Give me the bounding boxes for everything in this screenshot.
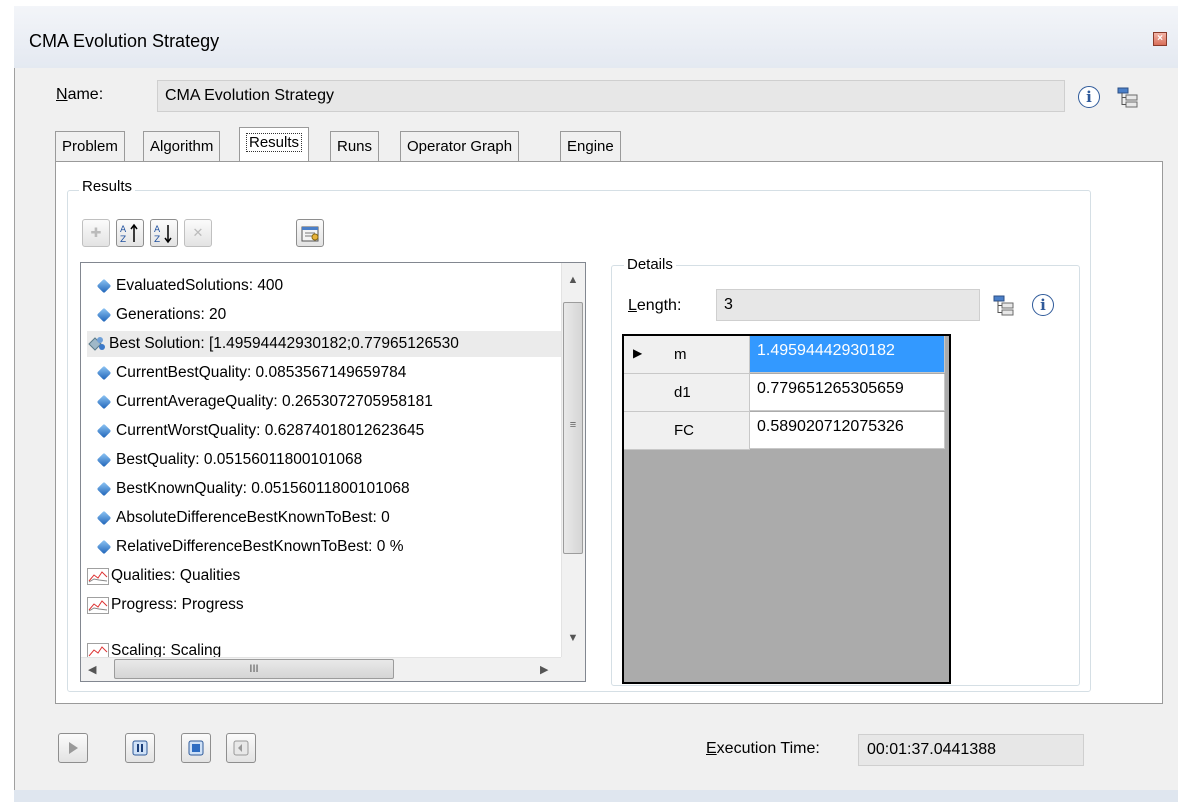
name-label-rest: ame: xyxy=(67,86,104,103)
hierarchy-icon[interactable] xyxy=(993,294,1014,316)
length-label: Length: xyxy=(628,297,682,314)
grid-cell-fc[interactable]: 0.589020712075326 xyxy=(750,412,945,449)
list-item-evaluated-solutions[interactable]: EvaluatedSolutions: 400 xyxy=(95,273,283,299)
value-icon xyxy=(96,452,112,468)
tab-results[interactable]: Results xyxy=(239,127,310,162)
grid-row-m[interactable]: ▶ m 1.49594442930182 xyxy=(624,336,949,374)
stop-button[interactable] xyxy=(181,733,211,763)
tab-problem[interactable]: Problem xyxy=(55,131,125,161)
tab-engine[interactable]: Engine xyxy=(560,131,621,161)
svg-text:Z: Z xyxy=(120,235,126,244)
execution-time-label-rest: xecution Time: xyxy=(716,740,820,757)
details-grid[interactable]: ▶ m 1.49594442930182 d1 0.77965126530565… xyxy=(622,334,951,684)
row-header[interactable]: ▶ m xyxy=(624,336,750,374)
chart-icon xyxy=(87,567,109,585)
grid-row-d1[interactable]: d1 0.779651265305659 xyxy=(624,374,949,412)
grid-cell-d1[interactable]: 0.779651265305659 xyxy=(750,374,945,411)
details-group-label: Details xyxy=(624,256,676,273)
solution-icon xyxy=(87,335,107,353)
list-item-best-solution[interactable]: Best Solution: [1.49594442930182;0.77965… xyxy=(87,331,563,357)
current-row-pointer-icon: ▶ xyxy=(633,346,643,360)
results-list[interactable]: EvaluatedSolutions: 400 Generations: 20 … xyxy=(80,262,586,682)
tab-operator-graph[interactable]: Operator Graph xyxy=(400,131,520,161)
scroll-down-arrow-icon[interactable]: ▼ xyxy=(563,632,583,644)
horizontal-scroll-thumb[interactable]: III xyxy=(114,659,394,679)
list-item-qualities[interactable]: Qualities: Qualities xyxy=(87,563,240,589)
scroll-grip-icon: ≡ xyxy=(569,419,577,431)
list-item-current-average-quality[interactable]: CurrentAverageQuality: 0.265307270595818… xyxy=(95,389,433,415)
row-header[interactable]: d1 xyxy=(624,374,750,412)
list-item-progress[interactable]: Progress: Progress xyxy=(87,592,244,618)
scroll-corner xyxy=(561,657,585,681)
tab-algorithm[interactable]: Algorithm xyxy=(143,131,221,161)
results-group-label: Results xyxy=(79,178,136,195)
value-icon xyxy=(96,365,112,381)
value-icon xyxy=(96,539,112,555)
list-item-current-best-quality[interactable]: CurrentBestQuality: 0.0853567149659784 xyxy=(95,360,406,386)
row-header[interactable]: FC xyxy=(624,412,750,450)
tab-runs[interactable]: Runs xyxy=(330,131,380,161)
list-item-best-quality[interactable]: BestQuality: 0.05156011800101068 xyxy=(95,447,362,473)
sort-ascending-button[interactable]: A Z xyxy=(116,219,144,247)
reset-button[interactable] xyxy=(226,733,256,763)
name-label: Name: xyxy=(56,86,104,103)
grid-row-fc[interactable]: FC 0.589020712075326 xyxy=(624,412,949,450)
value-icon xyxy=(96,510,112,526)
value-icon xyxy=(96,481,112,497)
info-icon[interactable]: i xyxy=(1078,86,1100,108)
window-title: CMA Evolution Strategy xyxy=(29,31,220,51)
pause-button[interactable] xyxy=(125,733,155,763)
close-icon[interactable]: × xyxy=(1153,32,1167,46)
value-icon xyxy=(96,394,112,410)
list-item-current-worst-quality[interactable]: CurrentWorstQuality: 0.62874018012623645 xyxy=(95,418,424,444)
svg-text:A: A xyxy=(120,225,127,235)
execution-time-field: 00:01:37.0441388 xyxy=(858,734,1084,766)
svg-text:A: A xyxy=(154,225,161,235)
hierarchy-icon[interactable] xyxy=(1117,86,1138,108)
sort-descending-button[interactable]: A Z xyxy=(150,219,178,247)
list-item-absolute-difference[interactable]: AbsoluteDifferenceBestKnownToBest: 0 xyxy=(95,505,390,531)
info-icon[interactable]: i xyxy=(1032,294,1054,316)
value-icon xyxy=(96,423,112,439)
grid-cell-m[interactable]: 1.49594442930182 xyxy=(750,336,945,373)
start-button[interactable] xyxy=(58,733,88,763)
length-label-rest: ength: xyxy=(636,297,682,314)
execution-time-label: Execution Time: xyxy=(706,740,820,757)
list-item-generations[interactable]: Generations: 20 xyxy=(95,302,226,328)
add-button[interactable]: ✚ xyxy=(82,219,110,247)
properties-button[interactable] xyxy=(296,219,324,247)
name-field[interactable]: CMA Evolution Strategy xyxy=(157,80,1065,112)
scroll-right-arrow-icon[interactable]: ▶ xyxy=(540,663,548,676)
list-item-relative-difference[interactable]: RelativeDifferenceBestKnownToBest: 0 % xyxy=(95,534,403,560)
list-item-best-known-quality[interactable]: BestKnownQuality: 0.05156011800101068 xyxy=(95,476,410,502)
scroll-left-arrow-icon[interactable]: ◀ xyxy=(88,663,96,676)
remove-button[interactable]: ✕ xyxy=(184,219,212,247)
value-icon xyxy=(96,307,112,323)
svg-text:Z: Z xyxy=(154,235,160,244)
scroll-up-arrow-icon[interactable]: ▲ xyxy=(563,274,583,286)
chart-icon xyxy=(87,596,109,614)
value-icon xyxy=(96,278,112,294)
status-strip xyxy=(14,790,1178,802)
length-field[interactable]: 3 xyxy=(716,289,980,321)
